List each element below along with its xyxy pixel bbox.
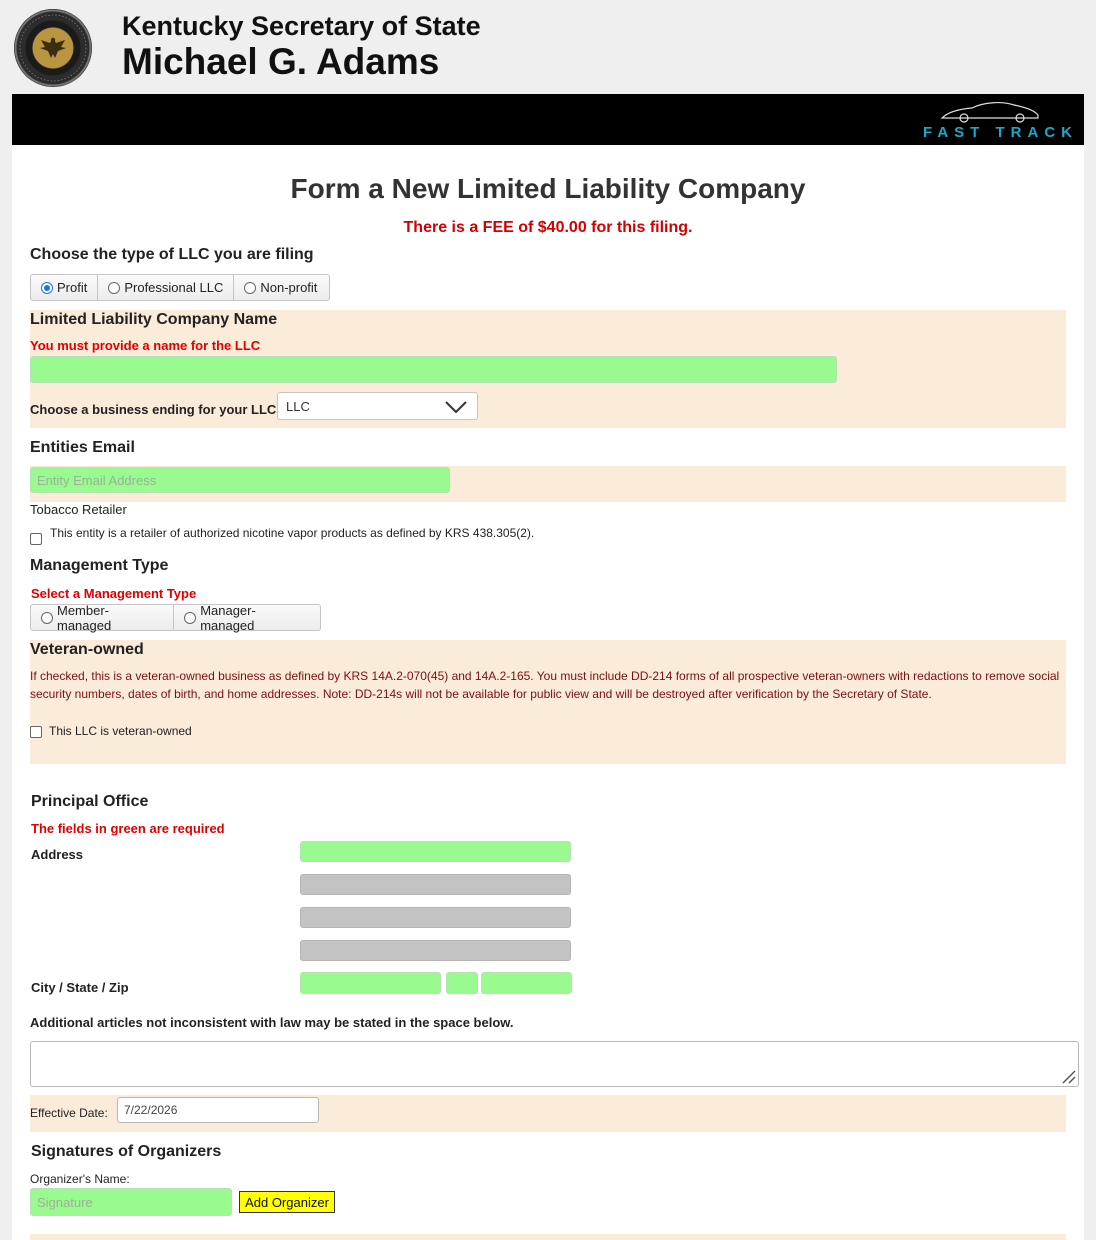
resize-handle-icon[interactable] [1058, 1066, 1076, 1084]
effective-date-input[interactable]: 7/22/2026 [117, 1097, 319, 1123]
member-managed-radio[interactable]: Member-managed [31, 602, 175, 633]
city-input[interactable] [300, 972, 441, 994]
llc-type-profit-label: Profit [57, 280, 88, 295]
company-name-input[interactable] [30, 356, 837, 383]
llc-type-nonprofit-radio[interactable]: Non-profit [234, 275, 327, 300]
eagle-icon [40, 37, 66, 58]
management-type-radio-group: Member-managed Manager-managed [30, 602, 321, 633]
site-header: Kentucky Secretary of State Michael G. A… [0, 0, 1096, 94]
management-type-title: Management Type [30, 557, 169, 574]
radio-unchecked-icon [41, 611, 53, 624]
state-input[interactable] [446, 972, 478, 994]
llc-type-profit-radio[interactable]: Profit [31, 275, 99, 300]
office-title: Kentucky Secretary of State [122, 11, 481, 41]
llc-type-professional-label: Professional LLC [124, 280, 224, 295]
fee-notice: There is a FEE of $40.00 for this filing… [403, 219, 693, 236]
sports-car-icon [940, 102, 1039, 123]
state-seal-logo[interactable] [14, 9, 92, 87]
address-label: Address [31, 847, 84, 862]
radio-unchecked-icon [108, 281, 121, 294]
veteran-owned-checkbox[interactable] [30, 726, 42, 738]
company-name-error: You must provide a name for the LLC [30, 338, 261, 353]
entity-email-input[interactable]: Entity Email Address [30, 467, 450, 493]
organizer-signature-input[interactable]: Signature [30, 1188, 232, 1216]
radio-unchecked-icon [244, 281, 257, 294]
veteran-description: If checked, this is a veteran-owned busi… [30, 669, 1060, 701]
add-organizer-button[interactable]: Add Organizer [239, 1191, 335, 1213]
chevron-down-icon [445, 401, 467, 413]
tobacco-title: Tobacco Retailer [30, 502, 127, 517]
page-title: Form a New Limited Liability Company [290, 173, 806, 204]
additional-articles-textarea[interactable] [30, 1041, 1079, 1087]
organizers-title: Signatures of Organizers [31, 1143, 222, 1160]
business-ending-value: LLC [286, 398, 310, 414]
additional-articles-label: Additional articles not inconsistent wit… [30, 1015, 514, 1030]
official-name: Michael G. Adams [122, 41, 440, 82]
llc-type-nonprofit-label: Non-profit [260, 280, 318, 295]
business-ending-label: Choose a business ending for your LLC [30, 402, 277, 417]
form-panel: Form a New Limited Liability Company The… [12, 145, 1084, 1240]
member-managed-label: Member-managed [57, 602, 112, 633]
manager-managed-label: Manager-managed [200, 602, 256, 633]
llc-type-radio-group: Profit Professional LLC Non-profit [30, 274, 330, 301]
manager-managed-radio[interactable]: Manager-managed [174, 602, 320, 633]
tobacco-checkbox-label: This entity is a retailer of authorized … [50, 526, 535, 540]
next-section-strip [30, 1234, 1066, 1240]
veteran-title: Veteran-owned [30, 641, 144, 658]
zip-input[interactable] [481, 972, 572, 994]
address-line-2-input[interactable] [300, 874, 571, 895]
address-line-4-input[interactable] [300, 940, 571, 961]
management-type-error: Select a Management Type [31, 586, 197, 601]
radio-unchecked-icon [184, 611, 197, 624]
email-title: Entities Email [30, 439, 135, 456]
organizer-name-label: Organizer's Name: [30, 1172, 130, 1186]
radio-checked-icon [41, 281, 53, 294]
fast-track-banner: FAST TRACK [12, 94, 1084, 145]
llc-type-professional-radio[interactable]: Professional LLC [98, 275, 235, 300]
llc-type-title: Choose the type of LLC you are filing [30, 246, 314, 263]
city-state-zip-label: City / State / Zip [31, 980, 129, 995]
company-name-title: Limited Liability Company Name [30, 311, 278, 328]
fast-track-logo[interactable]: FAST TRACK [923, 124, 1078, 141]
address-line-3-input[interactable] [300, 907, 571, 928]
address-line-1-input[interactable] [300, 841, 571, 862]
business-ending-select[interactable]: LLC [277, 392, 478, 420]
required-fields-note: The fields in green are required [31, 821, 225, 836]
veteran-checkbox-label: This LLC is veteran-owned [49, 724, 192, 738]
effective-date-label: Effective Date: [30, 1106, 108, 1120]
principal-office-title: Principal Office [31, 793, 149, 810]
tobacco-retailer-checkbox[interactable] [30, 533, 42, 545]
